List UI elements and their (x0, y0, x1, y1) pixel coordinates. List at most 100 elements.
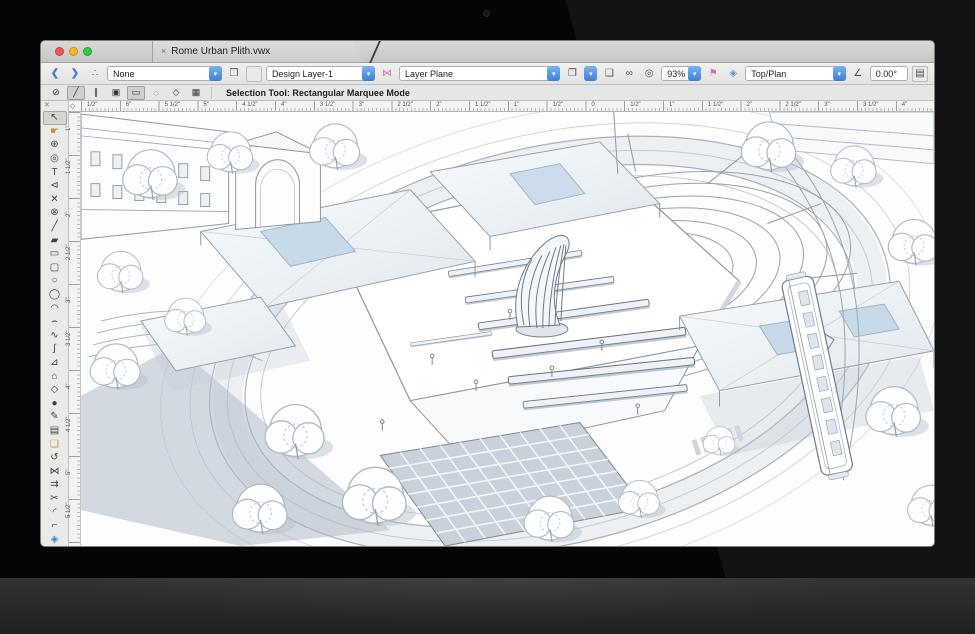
export-icon[interactable]: ❏ (601, 66, 617, 82)
view-dropdown[interactable]: Top/Plan ▾ (745, 66, 846, 81)
chevron-down-icon[interactable]: ▾ (209, 66, 222, 81)
filled-oval-tool[interactable]: ● (43, 396, 67, 410)
window-body: ✕ ↖☛⊕◎T⊲✕⊗╱▰▭▢○◯◠⌢∿∫⊿⌂◇●✎▤❏↺⋈⇉✂◜⌐◈ ◇ 1/2… (41, 101, 934, 546)
drawing-canvas[interactable] (81, 112, 934, 546)
forward-button[interactable]: ❯ (67, 66, 83, 82)
minimize-light[interactable] (69, 47, 78, 56)
freehand-tool[interactable]: ∫ (43, 342, 67, 356)
constraint-icons[interactable]: ⋈ (379, 66, 395, 82)
3d-locus-tool[interactable]: ⊗ (43, 206, 67, 220)
pan-tool[interactable]: ☛ (43, 125, 67, 139)
separator (211, 87, 212, 99)
ruler-label: 5" (203, 102, 208, 108)
ruler-label: 5 1/2" (165, 102, 180, 108)
arc-tool[interactable]: ◠ (43, 301, 67, 315)
locus-tool[interactable]: ✕ (43, 193, 67, 207)
ruler-label: 1" (66, 126, 72, 131)
angle-icon: ∠ (850, 66, 866, 82)
blank-button[interactable] (246, 66, 262, 82)
polyline-tool[interactable]: ⊿ (43, 356, 67, 370)
close-light[interactable] (55, 47, 64, 56)
polygon-marquee-mode-button[interactable]: ◇ (167, 86, 185, 100)
palette-close-icon[interactable]: ✕ (41, 101, 68, 111)
fillet-tool[interactable]: ◜ (43, 505, 67, 519)
text-tool[interactable]: T (43, 165, 67, 179)
zoom-dropdown[interactable]: 93% ▾ (661, 66, 701, 81)
ruler-label: 2 1/2" (66, 245, 72, 260)
visibility-icon[interactable]: ∞ (621, 66, 637, 82)
ruler-label: 5 1/2" (66, 503, 72, 518)
cube-icon[interactable]: ❒ (226, 66, 242, 82)
plane-dropdown[interactable]: Layer Plane ▾ (399, 66, 560, 81)
trim-tool[interactable]: ✂ (43, 492, 67, 506)
zoom-light[interactable] (83, 47, 92, 56)
canvas-drawing (81, 112, 934, 546)
multiple-object-mode-button[interactable]: ∥ (87, 86, 105, 100)
mode-bar: ⊘╱∥▣▭◌◇▦ Selection Tool: Rectangular Mar… (41, 85, 934, 101)
flyover-tool[interactable]: ⊕ (43, 138, 67, 152)
magnifier-icon[interactable]: ◎ (641, 66, 657, 82)
chevron-down-icon[interactable]: ▾ (688, 66, 701, 81)
ruler-label: 4 1/2" (242, 102, 257, 108)
tool-palette: ✕ ↖☛⊕◎T⊲✕⊗╱▰▭▢○◯◠⌢∿∫⊿⌂◇●✎▤❏↺⋈⇉✂◜⌐◈ (41, 101, 69, 546)
ruler-label: 3" (359, 102, 364, 108)
oval-tool[interactable]: ○ (43, 274, 67, 288)
document-tab[interactable]: × Rome Urban Plith.vwx (152, 41, 364, 62)
lasso-marquee-mode-button[interactable]: ◌ (147, 86, 165, 100)
angle-field[interactable]: 0.00° (870, 66, 908, 81)
ruler-label: 3" (824, 102, 829, 108)
grid-mode-button[interactable]: ▦ (187, 86, 205, 100)
offset-tool[interactable]: ⇉ (43, 478, 67, 492)
ruler-label: 1 1/2" (66, 159, 72, 174)
tab-title: Rome Urban Plith.vwx (171, 46, 270, 57)
regular-polygon-tool[interactable]: ◇ (43, 383, 67, 397)
canvas-area: ◇ 1/2"6"5 1/2"5"4 1/2"4"3 1/2"3"2 1/2"2"… (69, 101, 934, 546)
chevron-down-icon[interactable]: ▾ (362, 66, 375, 81)
mirror-tool[interactable]: ⋈ (43, 464, 67, 478)
line-tool[interactable]: ╱ (43, 220, 67, 234)
camera-dot (483, 10, 490, 17)
ruler-label: 1" (669, 102, 674, 108)
chevron-down-icon[interactable]: ▾ (547, 66, 560, 81)
stamp-tool[interactable]: ▤ (43, 424, 67, 438)
saved-views-button[interactable]: ▤ (912, 66, 928, 82)
share-icon[interactable]: ∴ (87, 66, 103, 82)
tool-status-text: Selection Tool: Rectangular Marquee Mode (226, 88, 410, 98)
back-button[interactable]: ❮ (47, 66, 63, 82)
ruler-label: 1/2" (630, 102, 640, 108)
render-tool[interactable]: ◈ (43, 532, 67, 546)
chevron-down-icon[interactable]: ▾ (833, 66, 846, 81)
rectangular-marquee-mode-button[interactable]: ▭ (127, 86, 145, 100)
chamfer-tool[interactable]: ⌐ (43, 519, 67, 533)
no-snap-mode-button[interactable]: ⊘ (47, 86, 65, 100)
polygon-tool[interactable]: ⌂ (43, 369, 67, 383)
single-object-mode-button[interactable]: ╱ (67, 86, 85, 100)
quarter-arc-tool[interactable]: ⌢ (43, 315, 67, 329)
ruler-label: 4" (902, 102, 907, 108)
rotate-tool[interactable]: ↺ (43, 451, 67, 465)
layer-dropdown[interactable]: Design Layer-1 ▾ (266, 66, 375, 81)
callout-tool[interactable]: ⊲ (43, 179, 67, 193)
traffic-lights (55, 47, 92, 56)
ruler-label: 2" (436, 102, 441, 108)
saved-view-dropdown[interactable]: None ▾ (107, 66, 222, 81)
flag-icon[interactable]: ⚑ (705, 66, 721, 82)
rounded-rectangle-tool[interactable]: ▢ (43, 261, 67, 275)
chevron-down-icon[interactable]: ▾ (584, 66, 597, 81)
zoom-tool[interactable]: ◎ (43, 152, 67, 166)
extrude-tool[interactable]: ❏ (43, 437, 67, 451)
eyedropper-tool[interactable]: ✎ (43, 410, 67, 424)
tab-close-icon[interactable]: × (161, 47, 166, 56)
selection-tool[interactable]: ↖ (43, 111, 67, 125)
spline-tool[interactable]: ∿ (43, 329, 67, 343)
ruler-label: 4 1/2" (66, 417, 72, 432)
document-icon[interactable]: ❐ (564, 66, 580, 82)
interactive-scaling-mode-button[interactable]: ▣ (107, 86, 125, 100)
ruler-label: 3" (66, 298, 72, 303)
ruler-origin-icon: ◇ (70, 102, 75, 110)
rectangle-tool[interactable]: ▭ (43, 247, 67, 261)
ruler-label: 1" (514, 102, 519, 108)
double-line-tool[interactable]: ▰ (43, 233, 67, 247)
circle-tool[interactable]: ◯ (43, 288, 67, 302)
unified-view-icon[interactable]: ◈ (725, 66, 741, 82)
